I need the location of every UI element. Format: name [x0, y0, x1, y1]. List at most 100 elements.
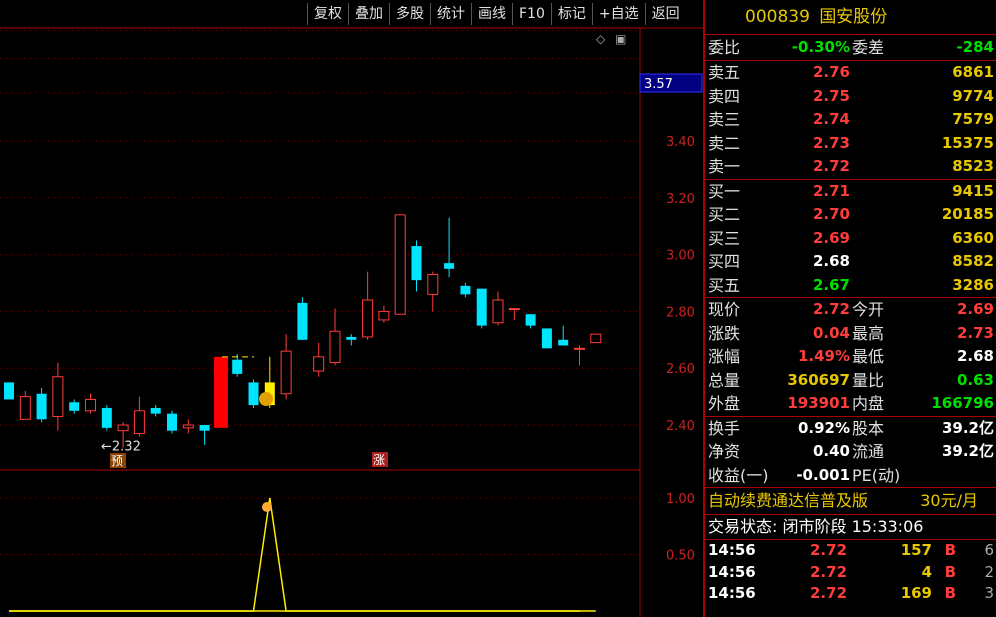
- tick-row[interactable]: 14:56 2.72 157 B 6: [705, 540, 996, 562]
- indicator-line: [9, 497, 596, 612]
- diamond-icon[interactable]: ◇: [596, 32, 605, 46]
- chart-toolbar: 复权 叠加 多股 统计 画线 F10 标记 +自选 返回: [307, 3, 686, 27]
- quote-label-2: 量比: [852, 370, 885, 390]
- candle-body: [427, 273, 439, 295]
- sell-order-row[interactable]: 卖五 2.76 6861: [705, 61, 996, 85]
- candle-body: [460, 285, 471, 295]
- sell-order-row[interactable]: 卖三 2.74 7579: [705, 108, 996, 132]
- quote-value-2: 166796: [931, 394, 994, 412]
- ad-banner[interactable]: 自动续费通达信普及版 30元/月: [705, 487, 996, 514]
- tick-count: 2: [984, 562, 994, 581]
- fin-label-2: PE(动): [852, 465, 901, 485]
- statistics-button[interactable]: 统计: [430, 3, 471, 25]
- quote-stats: 现价 2.72 今开 2.69 涨跌 0.04 最高 2.73 涨幅 1.49% 最低 2.68 总量 3…: [705, 297, 996, 416]
- candle-body: [329, 330, 341, 364]
- quote-label: 涨幅: [708, 347, 741, 366]
- tick-count: 6: [984, 541, 994, 559]
- buy-order-label: 买四: [708, 252, 741, 271]
- kline-chart[interactable]: 3.40 3.20 3.00 2.80 2.60 2.40 1.00 0.50 3.57 ←2.3…: [0, 0, 703, 617]
- tick-row[interactable]: 14:56 2.72 169 B 3: [705, 583, 996, 605]
- quote-label-2: 最低: [852, 347, 885, 366]
- buy-order-row[interactable]: 买三 2.69 6360: [705, 227, 996, 251]
- overlay-button[interactable]: 叠加: [348, 3, 389, 25]
- candle-body: [36, 393, 47, 420]
- buy-order-volume: 9415: [952, 181, 994, 200]
- money-bag-icon: [259, 392, 273, 406]
- candle-body: [199, 425, 210, 431]
- current-price-label: 3.57: [644, 77, 673, 92]
- y-tick-label: 2.80: [666, 305, 695, 320]
- buy-order-label: 买三: [708, 228, 741, 248]
- tick-volume: 157: [900, 541, 932, 559]
- candle-body: [541, 328, 552, 349]
- sell-order-row[interactable]: 卖四 2.75 9774: [705, 85, 996, 109]
- fin-row: 收益(一) -0.001 PE(动): [705, 464, 996, 488]
- kline-chart-area[interactable]: 3.40 3.20 3.00 2.80 2.60 2.40 1.00 0.50 3.57 ←2.3…: [0, 0, 703, 617]
- draw-line-button[interactable]: 画线: [471, 3, 512, 25]
- quote-label: 总量: [708, 370, 741, 390]
- candle-body: [411, 246, 422, 281]
- sell-order-price: 2.76: [812, 63, 850, 81]
- quote-value-2: 2.73: [956, 323, 994, 342]
- candle-body: [590, 333, 602, 344]
- mark-button[interactable]: 标记: [550, 3, 592, 25]
- candle-body: [101, 407, 112, 428]
- multi-stock-button[interactable]: 多股: [389, 3, 430, 25]
- f10-button[interactable]: F10: [512, 3, 551, 25]
- quote-label: 外盘: [708, 394, 741, 413]
- buy-orders: 买一 2.71 9415 买二 2.70 20185 买三 2.69 6360 买四 2.68 858…: [705, 178, 996, 298]
- tick-volume: 4: [921, 562, 932, 581]
- stock-name: 国安股份: [819, 7, 888, 27]
- candle-body: [508, 308, 520, 311]
- buy-order-row[interactable]: 买一 2.71 9415: [705, 180, 996, 204]
- buy-order-row[interactable]: 买五 2.67 3286: [705, 274, 996, 298]
- quote-value: 1.49%: [797, 347, 850, 365]
- weibi-value: -0.30%: [791, 38, 850, 56]
- candle-body: [85, 398, 96, 412]
- buy-order-label: 买二: [708, 205, 741, 224]
- sell-order-row[interactable]: 卖一 2.72 8523: [705, 155, 996, 179]
- quote-panel: 000839 国安股份 委比 -0.30% 委差 -284 卖五 2.76 6861…: [703, 0, 996, 617]
- lower-y-tick-label: 1.00: [666, 492, 695, 507]
- candle-body: [133, 410, 145, 435]
- window-icon[interactable]: ▣: [615, 32, 626, 46]
- candle-body: [213, 356, 228, 428]
- sell-order-label: 卖三: [708, 110, 741, 129]
- back-button[interactable]: 返回: [644, 3, 686, 25]
- sell-order-row[interactable]: 卖二 2.73 15375: [705, 132, 996, 156]
- buy-order-row[interactable]: 买二 2.70 20185: [705, 203, 996, 227]
- sell-order-volume: 15375: [941, 133, 994, 152]
- quote-row: 总量 360697 量比 0.63: [705, 369, 996, 393]
- candle-body: [248, 382, 259, 406]
- sell-order-label: 卖四: [708, 86, 741, 106]
- quote-value: 0.04: [812, 323, 850, 342]
- fuquan-button[interactable]: 复权: [307, 3, 348, 25]
- tick-row[interactable]: 14:56 2.72 4 B 2: [705, 562, 996, 584]
- quote-row: 涨幅 1.49% 最低 2.68: [705, 345, 996, 369]
- candle-body: [117, 424, 129, 432]
- low-price-marker: ←2.32: [101, 440, 141, 455]
- sell-order-volume: 7579: [952, 110, 994, 128]
- sell-order-label: 卖二: [708, 133, 741, 153]
- fin-value: 0.92%: [797, 418, 850, 437]
- candle-body: [394, 214, 406, 315]
- buy-order-price: 2.70: [812, 205, 850, 223]
- sell-order-price: 2.74: [812, 110, 850, 128]
- weicha-label: 委差: [852, 38, 885, 57]
- buy-order-row[interactable]: 买四 2.68 8582: [705, 250, 996, 274]
- tick-list[interactable]: 14:56 2.72 157 B 6 14:56 2.72 4 B 2 14:56 2.72 169 B 3: [705, 540, 996, 605]
- quote-row: 外盘 193901 内盘 166796: [705, 392, 996, 416]
- sell-orders: 卖五 2.76 6861 卖四 2.75 9774 卖三 2.74 7579 卖二 2.73 1537…: [705, 60, 996, 179]
- lower-y-tick-label: 0.50: [666, 549, 695, 564]
- add-watchlist-button[interactable]: +自选: [591, 3, 645, 25]
- weibi-label: 委比: [708, 38, 741, 57]
- candle-body: [167, 413, 177, 431]
- candle-body: [476, 288, 487, 326]
- sell-order-price: 2.73: [812, 133, 850, 152]
- fin-stats: 换手 0.92% 股本 39.2亿 净资 0.40 流通 39.2亿 收益(一) -0.001 PE…: [705, 415, 996, 488]
- buy-order-price: 2.67: [812, 275, 850, 294]
- sell-order-label: 卖五: [708, 63, 741, 82]
- quote-row: 涨跌 0.04 最高 2.73: [705, 322, 996, 346]
- ad-price: 30元/月: [920, 491, 978, 510]
- fin-value-2: 39.2亿: [941, 442, 994, 460]
